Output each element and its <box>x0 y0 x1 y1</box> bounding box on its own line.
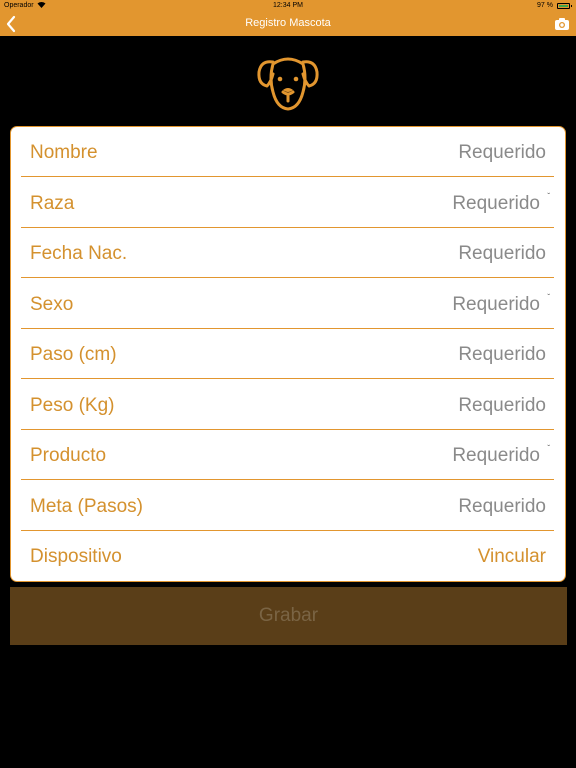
field-label: Raza <box>30 192 75 214</box>
vincular-link[interactable]: Vincular <box>478 546 546 568</box>
save-button[interactable]: Grabar <box>10 587 567 645</box>
dog-face-icon[interactable] <box>255 52 321 112</box>
fecha-nac-input[interactable]: Requerido <box>458 243 546 265</box>
producto-select[interactable]: Requerido <box>452 445 540 467</box>
field-row-sexo[interactable]: Sexo Requerido ˇ <box>21 279 554 329</box>
nombre-input[interactable]: Requerido <box>458 142 546 164</box>
field-label: Peso (Kg) <box>30 394 115 416</box>
field-row-paso[interactable]: Paso (cm) Requerido <box>21 329 554 379</box>
status-time: 12:34 PM <box>273 2 303 9</box>
peso-input[interactable]: Requerido <box>458 395 546 417</box>
camera-icon[interactable] <box>554 17 570 31</box>
field-row-raza[interactable]: Raza Requerido ˇ <box>21 178 554 228</box>
status-bar: Operador 12:34 PM 97 % <box>0 0 576 12</box>
field-label: Sexo <box>30 293 74 315</box>
meta-input[interactable]: Requerido <box>458 496 546 518</box>
field-label: Meta (Pasos) <box>30 495 143 517</box>
sexo-select[interactable]: Requerido <box>452 294 540 316</box>
field-row-producto[interactable]: Producto Requerido ˇ <box>21 430 554 480</box>
field-label: Producto <box>30 445 107 466</box>
field-row-nombre[interactable]: Nombre Requerido <box>21 127 554 177</box>
field-label: Nombre <box>30 142 98 163</box>
navigation-bar: Registro Mascota <box>0 12 576 36</box>
page-title: Registro Mascota <box>245 17 331 29</box>
field-label: Fecha Nac. <box>30 243 128 264</box>
field-row-meta[interactable]: Meta (Pasos) Requerido <box>21 481 554 531</box>
battery-icon <box>557 3 572 9</box>
field-row-dispositivo[interactable]: Dispositivo Vincular <box>21 531 554 581</box>
raza-select[interactable]: Requerido <box>452 193 540 215</box>
dropdown-caret-icon: ˇ <box>547 444 550 453</box>
battery-percent: 97 % <box>537 2 553 9</box>
field-row-peso[interactable]: Peso (Kg) Requerido <box>21 380 554 430</box>
field-label: Dispositivo <box>30 546 122 567</box>
field-row-fecha-nac[interactable]: Fecha Nac. Requerido <box>21 228 554 278</box>
paso-input[interactable]: Requerido <box>458 344 546 366</box>
dropdown-caret-icon: ˇ <box>547 191 550 201</box>
dropdown-caret-icon: ˇ <box>547 292 550 302</box>
pet-registration-form: Nombre Requerido Raza Requerido ˇ Fecha … <box>10 126 566 582</box>
field-label: Paso (cm) <box>30 344 117 365</box>
